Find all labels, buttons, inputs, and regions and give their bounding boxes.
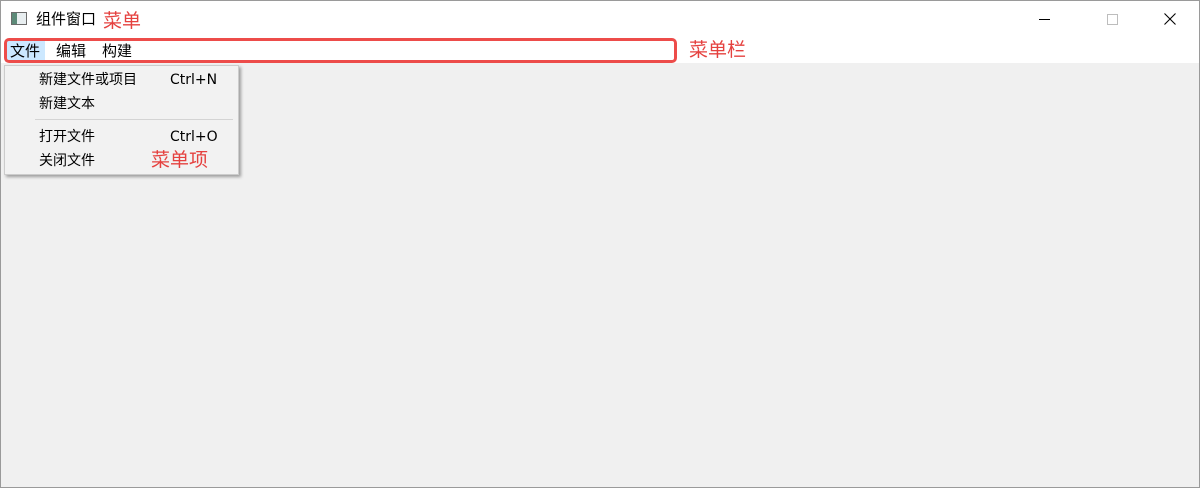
annotation-menu-item: 菜单项 — [151, 149, 209, 171]
menu-bar: 文件 编辑 构建 — [1, 37, 1199, 63]
minimize-button[interactable] — [1021, 1, 1067, 37]
menu-item-open-file[interactable]: 打开文件 Ctrl+O — [5, 126, 238, 148]
menu-item-new-text[interactable]: 新建文本 — [5, 93, 238, 115]
menu-item-shortcut: Ctrl+N — [170, 72, 218, 88]
close-icon — [1164, 13, 1176, 25]
annotation-menubar: 菜单栏 — [689, 39, 747, 61]
menu-build[interactable]: 构建 — [97, 40, 137, 62]
menu-item-label: 打开文件 — [39, 129, 95, 145]
menu-item-new-file-or-project[interactable]: 新建文件或项目 Ctrl+N — [5, 69, 238, 91]
menu-separator — [35, 119, 233, 120]
menu-edit[interactable]: 编辑 — [51, 40, 91, 62]
menu-item-label: 新建文件或项目 — [39, 72, 137, 88]
annotation-menu: 菜单 — [103, 10, 142, 32]
menu-item-label: 关闭文件 — [39, 153, 95, 169]
menu-item-shortcut: Ctrl+O — [170, 129, 218, 145]
maximize-icon — [1106, 13, 1118, 25]
main-window: 组件窗口 菜单 文件 编辑 构建 菜单栏 新建文件或项目 Ctrl+N 新建文本… — [0, 0, 1200, 488]
title-bar[interactable]: 组件窗口 菜单 — [1, 1, 1199, 37]
app-window-icon — [11, 12, 27, 25]
window-title: 组件窗口 — [36, 10, 97, 28]
menu-file[interactable]: 文件 — [5, 40, 46, 62]
close-button[interactable] — [1147, 1, 1193, 37]
minimize-icon — [1038, 14, 1050, 25]
menu-item-label: 新建文本 — [39, 96, 95, 112]
maximize-button[interactable] — [1089, 1, 1135, 37]
